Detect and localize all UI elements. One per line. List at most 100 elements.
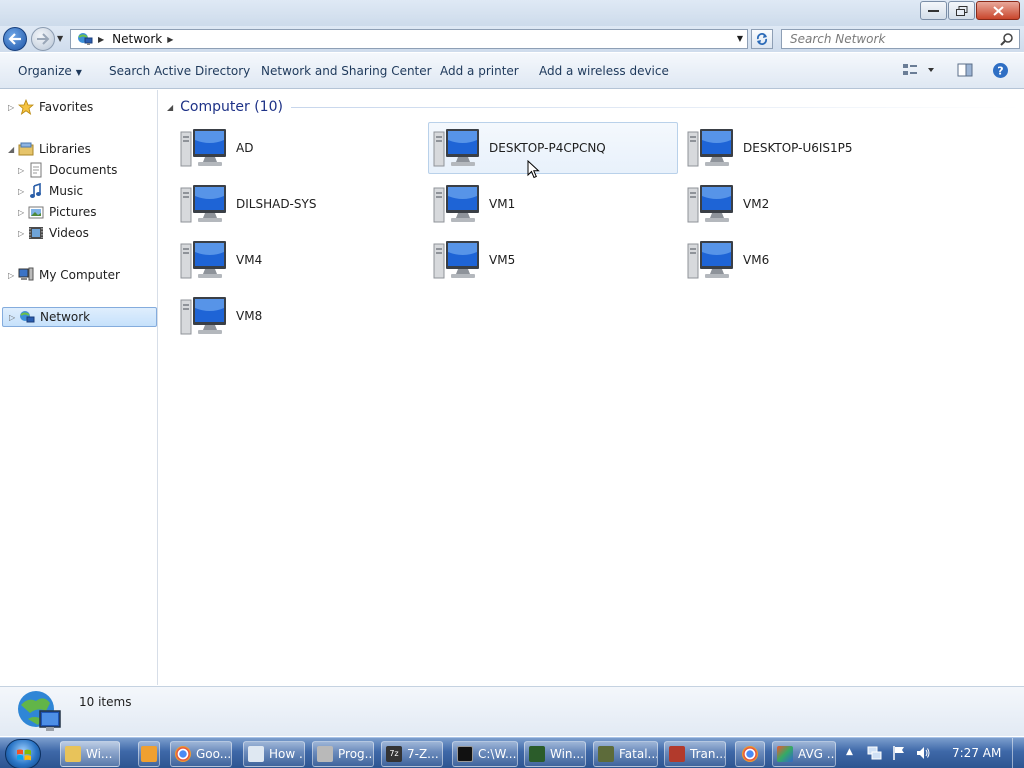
computer-item[interactable]: VM1 bbox=[428, 178, 678, 230]
media-player-icon bbox=[141, 746, 157, 762]
expand-arrow-icon[interactable]: ▷ bbox=[18, 208, 28, 217]
expand-arrow-icon[interactable]: ▷ bbox=[18, 187, 28, 196]
computer-item[interactable]: DESKTOP-U6IS1P5 bbox=[682, 122, 932, 174]
show-desktop-button[interactable] bbox=[1012, 738, 1024, 768]
translate-icon bbox=[669, 746, 685, 762]
computer-icon bbox=[433, 128, 480, 167]
nav-item-libraries[interactable]: ◢ Libraries bbox=[8, 139, 91, 159]
taskbar-chrome-pinned[interactable] bbox=[735, 741, 765, 767]
expand-arrow-icon[interactable]: ▷ bbox=[8, 271, 18, 280]
computer-name: DILSHAD-SYS bbox=[236, 197, 317, 211]
refresh-icon bbox=[757, 33, 767, 45]
taskbar-item-programs[interactable]: Prog... bbox=[312, 741, 374, 767]
item-count: 10 items bbox=[79, 695, 132, 709]
taskbar-label: Goo... bbox=[196, 747, 232, 761]
computer-item[interactable]: AD bbox=[175, 122, 425, 174]
change-view-button[interactable] bbox=[902, 62, 938, 81]
computer-icon bbox=[18, 267, 34, 283]
nav-item-my-computer[interactable]: ▷ My Computer bbox=[8, 265, 120, 285]
expand-arrow-icon[interactable]: ▷ bbox=[18, 166, 28, 175]
computer-name: DESKTOP-P4CPCNQ bbox=[489, 141, 606, 155]
chevron-down-icon: ▼ bbox=[75, 68, 82, 77]
nav-label-pictures: Pictures bbox=[49, 205, 97, 219]
organize-button[interactable]: Organize ▼ bbox=[18, 64, 82, 78]
computer-item[interactable]: DESKTOP-P4CPCNQ bbox=[428, 122, 678, 174]
breadcrumb-separator[interactable]: ▶ bbox=[167, 35, 173, 44]
volume-icon[interactable] bbox=[915, 745, 931, 761]
nav-label-favorites: Favorites bbox=[39, 100, 94, 114]
collapse-arrow-icon[interactable]: ◢ bbox=[167, 103, 173, 112]
collapse-arrow-icon[interactable]: ◢ bbox=[8, 145, 18, 154]
notepad-icon bbox=[248, 746, 264, 762]
preview-pane-button[interactable] bbox=[957, 62, 973, 81]
recent-pages-dropdown[interactable]: ▼ bbox=[57, 34, 63, 43]
address-bar[interactable]: ▶ Network ▶ ▼ bbox=[70, 29, 748, 49]
action-center-flag-icon[interactable] bbox=[891, 745, 907, 761]
minimize-button[interactable] bbox=[920, 1, 947, 20]
maximize-button[interactable] bbox=[948, 1, 975, 20]
taskbar-item-chrome[interactable]: Goo... bbox=[170, 741, 232, 767]
network-tray-icon[interactable] bbox=[866, 745, 882, 761]
taskbar-item-translate[interactable]: Tran... bbox=[664, 741, 726, 767]
nav-item-favorites[interactable]: ▷ Favorites bbox=[8, 97, 93, 117]
details-pane: 10 items bbox=[0, 686, 1024, 736]
nav-item-videos[interactable]: ▷ Videos bbox=[18, 223, 89, 243]
search-active-directory-button[interactable]: Search Active Directory bbox=[109, 64, 250, 78]
nav-item-network[interactable]: ▷ Network bbox=[2, 307, 157, 327]
computer-item[interactable]: DILSHAD-SYS bbox=[175, 178, 425, 230]
taskbar-label: Win... bbox=[550, 747, 584, 761]
taskbar-item-windows[interactable]: Win... bbox=[524, 741, 586, 767]
taskbar-item-fatal[interactable]: Fatal... bbox=[593, 741, 658, 767]
search-input[interactable] bbox=[790, 32, 1000, 46]
taskbar-item-notepad[interactable]: How ... bbox=[243, 741, 305, 767]
taskbar-item-avg[interactable]: AVG ... bbox=[772, 741, 836, 767]
clock[interactable]: 7:27 AM bbox=[952, 746, 1001, 760]
programs-icon bbox=[317, 746, 333, 762]
mouse-cursor-icon bbox=[527, 160, 540, 179]
computer-icon bbox=[433, 240, 480, 279]
group-header-computer[interactable]: ◢ Computer (10) bbox=[167, 98, 1022, 116]
taskbar-item-explorer[interactable]: Wi... bbox=[60, 741, 120, 767]
computer-item[interactable]: VM5 bbox=[428, 234, 678, 286]
taskbar: Wi... Goo... How ... Prog... 7z 7-Z... C… bbox=[0, 737, 1024, 768]
window-icon bbox=[529, 746, 545, 762]
nav-label-network: Network bbox=[40, 310, 91, 324]
game-icon bbox=[598, 746, 614, 762]
breadcrumb-separator[interactable]: ▶ bbox=[98, 35, 104, 44]
address-history-dropdown[interactable]: ▼ bbox=[737, 34, 743, 43]
taskbar-item-7zip[interactable]: 7z 7-Z... bbox=[381, 741, 443, 767]
search-box[interactable] bbox=[781, 29, 1020, 49]
computer-item[interactable]: VM8 bbox=[175, 290, 425, 342]
refresh-button[interactable] bbox=[751, 29, 773, 49]
command-bar: Organize ▼ Search Active Directory Networ… bbox=[0, 53, 1024, 89]
computer-item[interactable]: VM4 bbox=[175, 234, 425, 286]
computer-item[interactable]: VM2 bbox=[682, 178, 932, 230]
expand-arrow-icon[interactable]: ▷ bbox=[9, 313, 19, 322]
network-icon bbox=[18, 691, 61, 731]
nav-item-documents[interactable]: ▷ Documents bbox=[18, 160, 117, 180]
expand-arrow-icon[interactable]: ▷ bbox=[18, 229, 28, 238]
add-printer-button[interactable]: Add a printer bbox=[440, 64, 519, 78]
nav-item-music[interactable]: ▷ Music bbox=[18, 181, 83, 201]
start-button[interactable] bbox=[5, 739, 41, 768]
expand-arrow-icon[interactable]: ▷ bbox=[8, 103, 18, 112]
network-sharing-center-button[interactable]: Network and Sharing Center bbox=[261, 64, 432, 78]
back-button[interactable] bbox=[3, 27, 27, 51]
close-button[interactable] bbox=[976, 1, 1020, 20]
computer-name: VM1 bbox=[489, 197, 516, 211]
nav-label-documents: Documents bbox=[49, 163, 118, 177]
computer-name: VM4 bbox=[236, 253, 263, 267]
taskbar-label: Wi... bbox=[86, 747, 113, 761]
taskbar-media-player[interactable] bbox=[138, 741, 160, 767]
computer-icon bbox=[180, 184, 227, 223]
taskbar-item-cmd[interactable]: C:\W... bbox=[452, 741, 518, 767]
nav-item-pictures[interactable]: ▷ Pictures bbox=[18, 202, 97, 222]
show-hidden-icons-button[interactable]: ▲ bbox=[846, 747, 853, 757]
chrome-icon bbox=[175, 746, 191, 762]
forward-button[interactable] bbox=[31, 27, 55, 51]
computer-item[interactable]: VM6 bbox=[682, 234, 932, 286]
breadcrumb-network[interactable]: Network bbox=[112, 32, 162, 46]
help-button[interactable]: ? bbox=[992, 62, 1009, 82]
add-wireless-device-button[interactable]: Add a wireless device bbox=[539, 64, 669, 78]
taskbar-label: C:\W... bbox=[478, 747, 517, 761]
